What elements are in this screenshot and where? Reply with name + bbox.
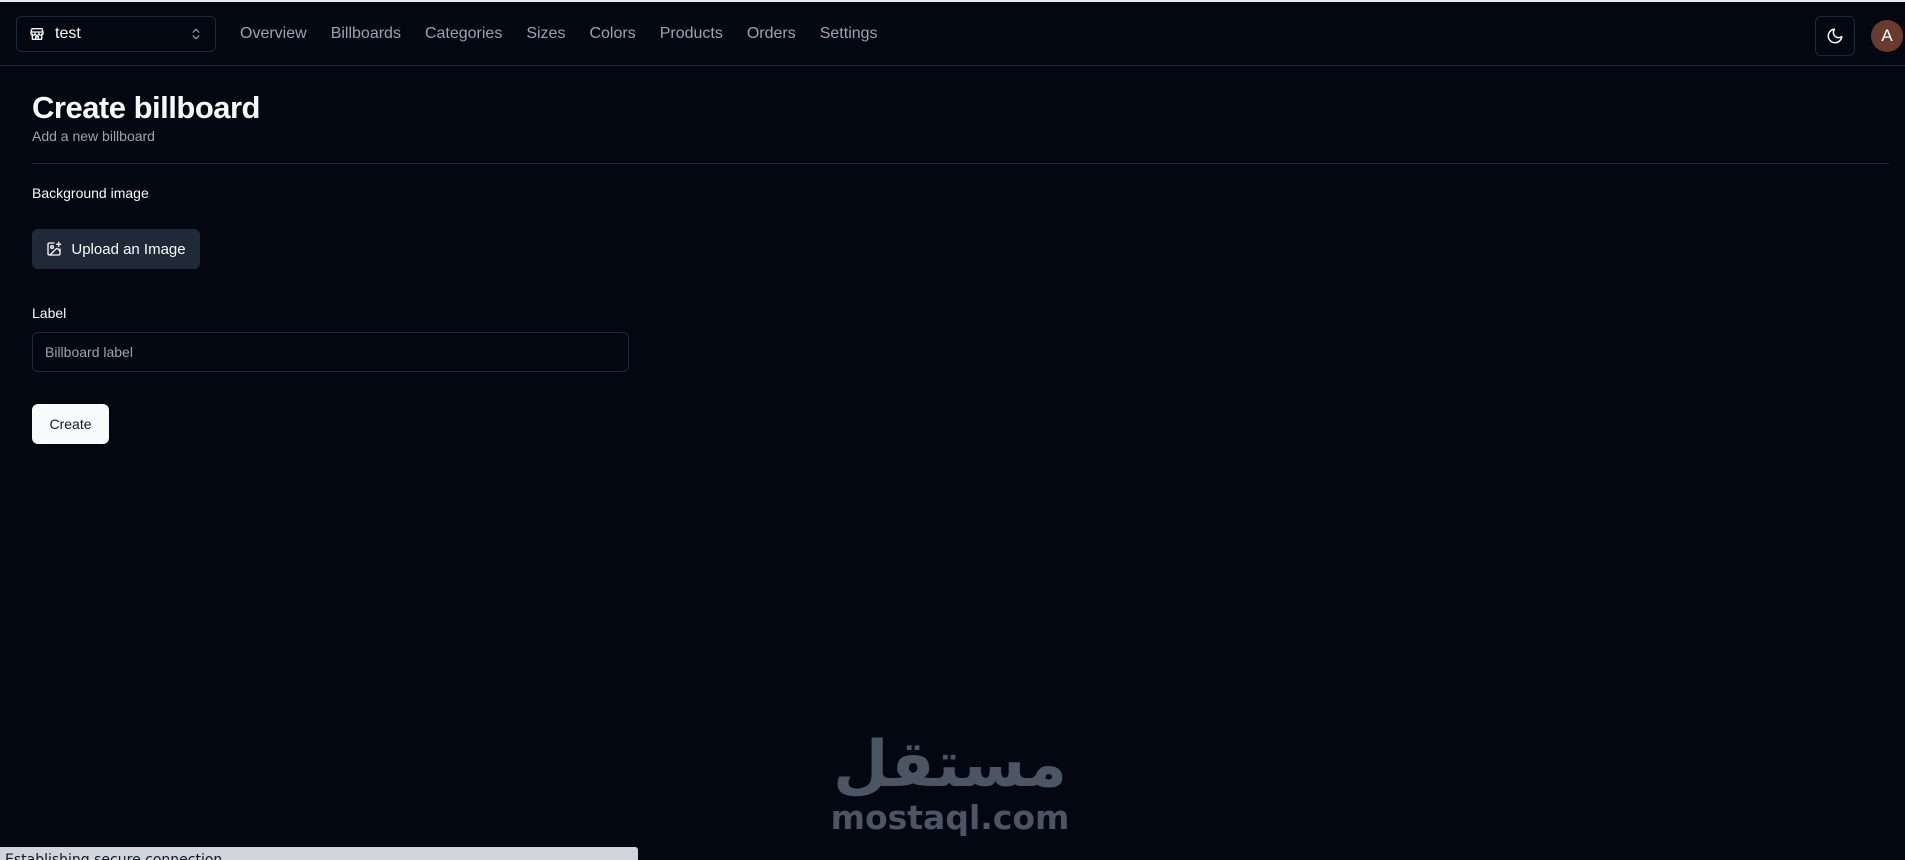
- label-field-label: Label: [32, 305, 67, 321]
- watermark-latin: mostaql.com: [830, 798, 1070, 837]
- nav-link-colors[interactable]: Colors: [589, 25, 635, 43]
- background-image-label: Background image: [32, 185, 149, 201]
- upload-image-label: Upload an Image: [71, 240, 186, 258]
- browser-status-bar: Establishing secure connection...: [0, 847, 638, 860]
- theme-toggle-button[interactable]: [1815, 16, 1855, 56]
- watermark-arabic: مستقل: [832, 728, 1068, 802]
- nav-link-settings[interactable]: Settings: [820, 25, 878, 43]
- upload-image-button[interactable]: Upload an Image: [32, 229, 200, 269]
- chevrons-up-down-icon: [189, 27, 203, 41]
- image-plus-icon: [46, 241, 62, 257]
- nav-link-overview[interactable]: Overview: [240, 25, 307, 43]
- watermark-logo: مستقل mostaql.com: [830, 730, 1070, 850]
- nav-link-billboards[interactable]: Billboards: [331, 25, 401, 43]
- store-switcher[interactable]: test: [16, 16, 216, 52]
- nav-link-products[interactable]: Products: [660, 25, 723, 43]
- moon-icon: [1826, 27, 1844, 45]
- billboard-label-input[interactable]: [32, 332, 629, 372]
- create-button[interactable]: Create: [32, 404, 109, 444]
- main-nav: Overview Billboards Categories Sizes Col…: [240, 16, 902, 52]
- user-avatar[interactable]: A: [1871, 20, 1903, 52]
- store-icon: [29, 26, 45, 42]
- top-navbar: test Overview Billboards Categories Size…: [0, 2, 1905, 66]
- nav-link-categories[interactable]: Categories: [425, 25, 502, 43]
- page-title: Create billboard: [32, 90, 261, 125]
- page-subtitle: Add a new billboard: [32, 128, 155, 144]
- header-divider: [32, 163, 1889, 164]
- nav-link-orders[interactable]: Orders: [747, 25, 796, 43]
- nav-link-sizes[interactable]: Sizes: [526, 25, 565, 43]
- store-name: test: [55, 25, 81, 42]
